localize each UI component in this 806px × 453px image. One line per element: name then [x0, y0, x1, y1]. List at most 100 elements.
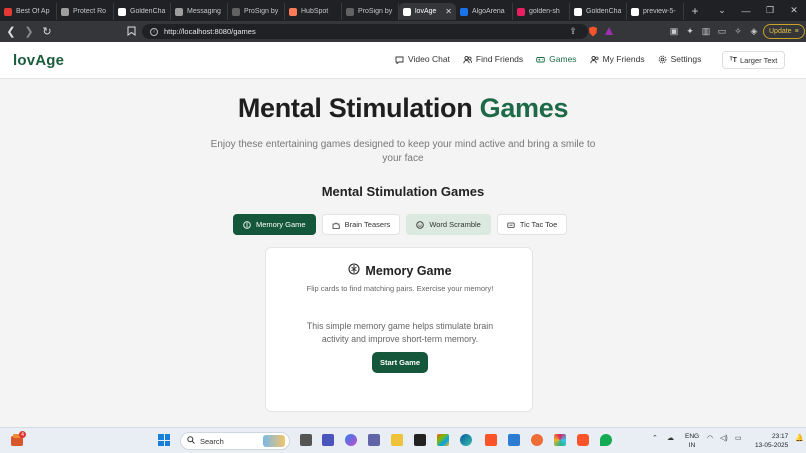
forward-button[interactable]: ❯ [22, 25, 36, 39]
browser-tab[interactable]: Protect Ro [57, 3, 114, 20]
game-tab-word-scramble[interactable]: Word Scramble [406, 214, 491, 235]
nav-label: Find Friends [475, 54, 524, 64]
nav-settings[interactable]: Settings [658, 54, 701, 64]
brave-shield-icon[interactable] [587, 25, 599, 37]
browser-tab[interactable]: ProSign by [342, 3, 399, 20]
browser-tab[interactable]: golden-sh [513, 3, 570, 20]
edge-icon[interactable] [460, 434, 472, 446]
brain-icon [243, 220, 251, 229]
browser-tab[interactable]: AlgoArena [456, 3, 513, 20]
browser-tab[interactable]: lovAge ✕ [399, 3, 456, 20]
page-title-accent: Games [479, 93, 569, 123]
brave-beta-icon[interactable] [577, 434, 589, 446]
tab-favicon-icon [460, 7, 468, 16]
friends-icon [589, 55, 599, 64]
task-view-icon[interactable] [300, 434, 312, 446]
new-tab-button[interactable]: + [684, 4, 706, 18]
tab-favicon-icon [574, 7, 582, 16]
language-indicator[interactable]: ENG IN [685, 432, 699, 450]
system-clock[interactable]: 23:17 13-05-2025 [755, 432, 788, 450]
browser-tab[interactable]: preview-5- [627, 3, 684, 20]
tab-label: Protect Ro [73, 8, 107, 15]
main-nav: Video Chat Find Friends Games My Friends Set… [395, 54, 701, 64]
minimize-button[interactable]: — [734, 6, 758, 16]
terminal-icon[interactable] [414, 434, 426, 446]
game-tab-memory-game[interactable]: Memory Game [233, 214, 316, 235]
larger-text-button[interactable]: ᵀT Larger Text [722, 51, 785, 69]
browser-tab[interactable]: GoldenCha [570, 3, 627, 20]
search-highlight-icon [263, 435, 285, 447]
file-explorer-icon[interactable] [391, 434, 403, 446]
bookmark-icon[interactable] [124, 24, 138, 38]
tab-favicon-icon [403, 7, 411, 16]
wallet-icon[interactable]: ▭ [716, 25, 728, 37]
browser-tab[interactable]: Best Of Ap [0, 3, 57, 20]
menu-icon[interactable]: ≡ [795, 28, 799, 35]
start-game-button[interactable]: Start Game [372, 352, 428, 373]
tab-favicon-icon [232, 7, 240, 16]
back-button[interactable]: ❮ [4, 25, 18, 39]
vscode-icon[interactable] [508, 434, 520, 446]
copilot-icon[interactable] [345, 434, 357, 446]
gamepad-icon [536, 55, 545, 64]
tab-label: GoldenCha [586, 8, 622, 15]
tab-favicon-icon [631, 7, 639, 16]
nav-video-chat[interactable]: Video Chat [395, 54, 450, 64]
leo-icon[interactable]: ✧ [732, 25, 744, 37]
tab-label: HubSpot [301, 8, 329, 15]
game-tabs: Memory Game Brain Teasers Word Scramble Tic… [233, 214, 568, 235]
tab-search-icon[interactable]: ⌄ [710, 5, 734, 16]
taskbar-search[interactable]: Search [180, 432, 290, 450]
extensions-icon[interactable]: ✦ [684, 25, 696, 37]
url-bar[interactable]: i http://localhost:8080/games [142, 24, 588, 39]
nav-label: Video Chat [408, 54, 450, 64]
postman-icon[interactable] [531, 434, 543, 446]
start-button[interactable] [158, 434, 170, 446]
update-button[interactable]: Update ≡ [763, 24, 805, 39]
teams-work-icon[interactable] [368, 434, 380, 446]
mongodb-icon[interactable] [600, 434, 612, 446]
brave-icon[interactable] [485, 434, 497, 446]
app-logo[interactable]: lovAge [13, 52, 64, 69]
tab-favicon-icon [61, 7, 69, 16]
volume-icon[interactable]: ◁) [720, 434, 728, 442]
close-window-button[interactable]: ✕ [782, 5, 806, 16]
nav-games[interactable]: Games [536, 54, 577, 64]
brain-icon [348, 263, 360, 278]
tab-favicon-icon [517, 7, 525, 16]
site-info-icon[interactable]: i [150, 27, 158, 36]
rewards-icon[interactable] [603, 25, 615, 37]
extension-wallet-icon[interactable]: ▣ [668, 25, 680, 37]
teams-icon[interactable] [322, 434, 334, 446]
notifications-icon[interactable]: 🔔 [795, 434, 804, 442]
nav-find-friends[interactable]: Find Friends [463, 54, 523, 64]
card-description: This simple memory game helps stimulate … [306, 321, 494, 344]
browser-tab[interactable]: Messaging [171, 3, 228, 20]
wifi-icon[interactable]: ◠ [707, 434, 713, 442]
notification-badge: 4 [19, 431, 26, 438]
store-icon[interactable] [437, 434, 449, 446]
game-tab-tic-tac-toe[interactable]: Tic Tac Toe [496, 214, 568, 235]
page-title: Mental Stimulation Games [0, 93, 806, 124]
reload-button[interactable]: ↻ [40, 25, 54, 39]
battery-icon[interactable]: ▭ [735, 434, 742, 442]
tab-label: ProSign by [358, 8, 393, 15]
nav-my-friends[interactable]: My Friends [589, 54, 645, 64]
restore-button[interactable]: ❐ [758, 5, 782, 16]
tab-favicon-icon [175, 7, 183, 16]
search-icon [187, 436, 195, 446]
sidebar-icon[interactable]: ▥ [700, 25, 712, 37]
tab-label: golden-sh [529, 8, 560, 15]
share-icon[interactable]: ⇪ [567, 25, 579, 37]
slack-icon[interactable] [554, 434, 566, 446]
onedrive-icon[interactable]: ☁ [667, 434, 674, 442]
browser-tab[interactable]: GoldenCha [114, 3, 171, 20]
vpn-icon[interactable]: ◈ [748, 25, 760, 37]
close-tab-icon[interactable]: ✕ [445, 7, 452, 16]
tray-overflow-icon[interactable]: ⌃ [652, 434, 658, 442]
browser-tab[interactable]: HubSpot [285, 3, 342, 20]
tab-label: Messaging [187, 8, 221, 15]
browser-tab[interactable]: ProSign by [228, 3, 285, 20]
game-tab-brain-teasers[interactable]: Brain Teasers [321, 214, 401, 235]
tab-favicon-icon [289, 7, 297, 16]
